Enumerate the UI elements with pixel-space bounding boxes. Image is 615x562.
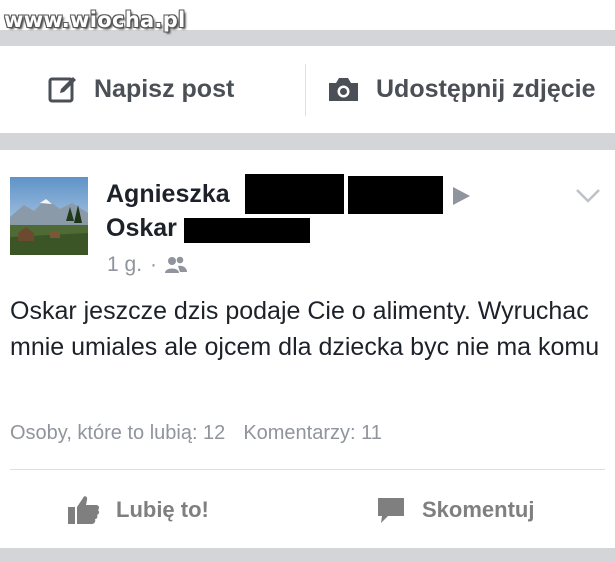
composer-bar: Napisz post Udostępnij zdjęcie	[0, 46, 615, 133]
redaction-bar	[245, 174, 344, 214]
comment-icon	[378, 498, 404, 523]
comment-label: Skomentuj	[422, 497, 535, 522]
edit-icon	[48, 76, 76, 102]
likes-count[interactable]: Osoby, które to lubią: 12	[10, 422, 225, 444]
like-button[interactable]: Lubię to!	[68, 488, 209, 532]
redaction-bar	[348, 176, 443, 214]
section-divider	[0, 548, 615, 562]
section-divider	[0, 133, 615, 150]
like-label: Lubię to!	[116, 497, 209, 522]
write-post-button[interactable]: Napisz post	[48, 46, 234, 133]
post-stats: Osoby, które to lubią: 12 Komentarzy: 11	[10, 422, 382, 445]
composer-separator	[305, 64, 306, 116]
post-time[interactable]: 1 g.	[107, 253, 142, 277]
arrow-right-icon	[453, 187, 470, 205]
comments-count[interactable]: Komentarzy: 11	[243, 422, 382, 444]
post-divider	[10, 469, 605, 470]
post-card: Agnieszka Oskar 1 g. · Oskar jeszcze dzi…	[0, 150, 615, 548]
friends-icon	[165, 256, 188, 273]
redaction-bar	[184, 218, 310, 243]
chevron-down-icon[interactable]	[575, 188, 601, 204]
camera-icon	[329, 78, 358, 101]
post-meta: 1 g. ·	[107, 253, 188, 277]
thumbs-up-icon	[68, 496, 100, 524]
post-text: Oskar jeszcze dzis podaje Cie o alimenty…	[10, 297, 600, 361]
avatar[interactable]	[10, 177, 88, 255]
share-photo-label: Udostępnij zdjęcie	[376, 75, 596, 103]
write-post-label: Napisz post	[94, 75, 235, 103]
watermark: www.wiocha.pl	[4, 8, 186, 32]
author-name[interactable]: Agnieszka	[106, 177, 230, 211]
meta-dot: ·	[150, 253, 158, 276]
section-divider	[0, 30, 615, 46]
share-photo-button[interactable]: Udostępnij zdjęcie	[327, 46, 595, 133]
comment-button[interactable]: Skomentuj	[376, 488, 534, 532]
